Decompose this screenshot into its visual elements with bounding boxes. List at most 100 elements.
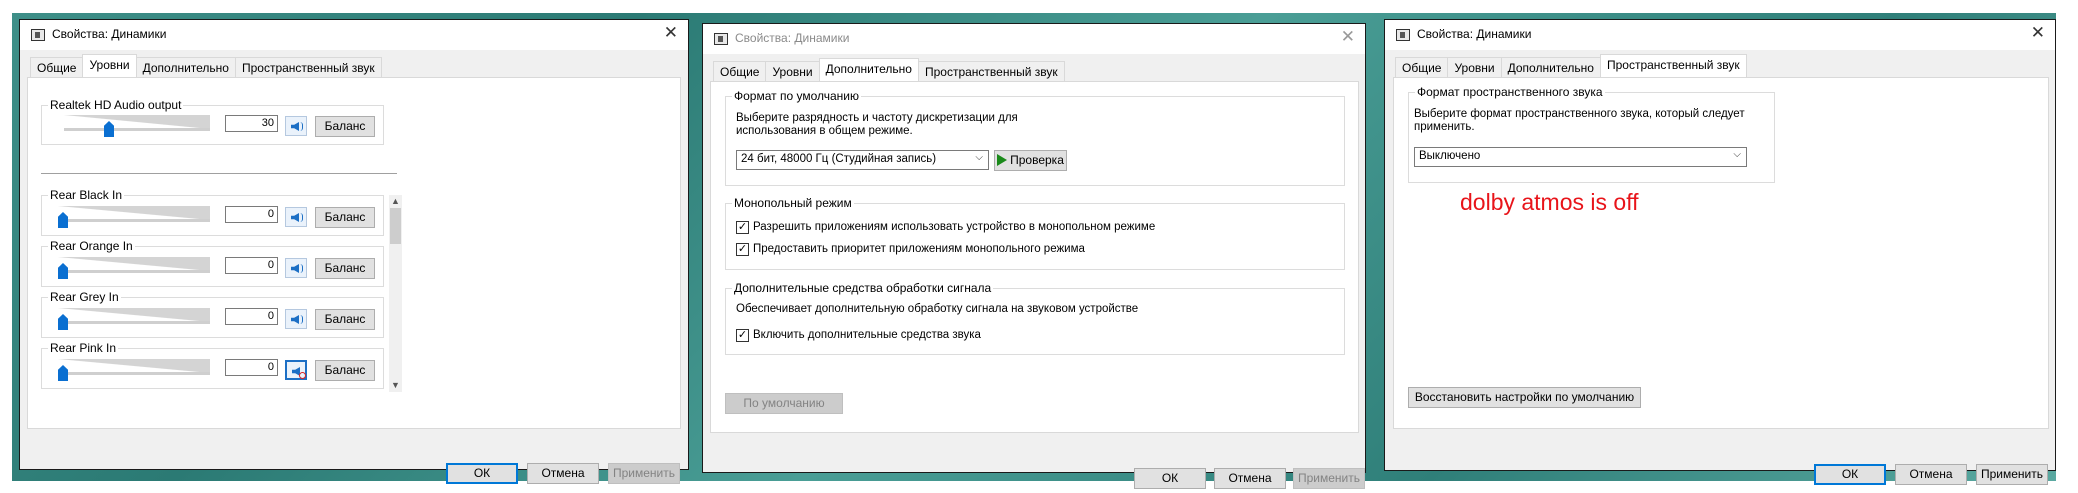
ok-button[interactable]: ОК bbox=[1814, 464, 1886, 485]
input-row: Rear Grey In 0 Баланс bbox=[41, 290, 384, 338]
input-balance-button[interactable]: Баланс bbox=[315, 258, 375, 279]
input-balance-button[interactable]: Баланс bbox=[315, 207, 375, 228]
input-balance-button[interactable]: Баланс bbox=[315, 309, 375, 330]
spatial-format-description: применить. bbox=[1414, 121, 1475, 133]
tab-levels[interactable]: Уровни bbox=[1447, 57, 1502, 77]
scroll-down-icon[interactable]: ▼ bbox=[389, 379, 402, 392]
annotation-text: dolby atmos is off bbox=[1460, 189, 1639, 215]
window-title: Свойства: Динамики bbox=[735, 31, 850, 45]
tab-levels[interactable]: Уровни bbox=[765, 61, 820, 81]
input-mute-button[interactable] bbox=[285, 258, 307, 278]
input-value-field[interactable]: 0 bbox=[225, 359, 278, 376]
tab-advanced[interactable]: Дополнительно bbox=[135, 57, 236, 77]
tab-strip: Общие Уровни Дополнительно Пространствен… bbox=[30, 54, 382, 77]
input-slider-track[interactable] bbox=[58, 206, 210, 220]
input-mute-button[interactable] bbox=[285, 207, 307, 227]
titlebar[interactable]: Свойства: Динамики ✕ bbox=[1385, 20, 2055, 50]
window-spatial-sound: Свойства: Динамики ✕ Общие Уровни Дополн… bbox=[1384, 19, 2056, 485]
tab-general[interactable]: Общие bbox=[713, 61, 767, 81]
tab-spatial-sound[interactable]: Пространственный звук bbox=[917, 61, 1065, 81]
close-icon[interactable]: ✕ bbox=[664, 24, 678, 42]
input-mute-button[interactable] bbox=[285, 309, 307, 329]
exclusive-priority-label[interactable]: Предоставить приоритет приложениям моноп… bbox=[753, 243, 1085, 255]
input-mute-button[interactable] bbox=[285, 360, 307, 380]
window-app-icon bbox=[714, 33, 728, 45]
input-value-field[interactable]: 0 bbox=[225, 308, 278, 325]
cancel-button[interactable]: Отмена bbox=[527, 463, 599, 484]
mute-toggle-button[interactable] bbox=[285, 116, 307, 136]
ok-button[interactable]: ОК bbox=[446, 463, 518, 484]
tab-levels[interactable]: Уровни bbox=[82, 54, 137, 77]
sample-rate-value: 24 бит, 48000 Гц (Студийная запись) bbox=[741, 153, 937, 165]
balance-button[interactable]: Баланс bbox=[315, 116, 375, 137]
apply-button[interactable]: Применить bbox=[1976, 464, 2048, 485]
speaker-icon bbox=[291, 122, 299, 131]
cancel-button[interactable]: Отмена bbox=[1895, 464, 1967, 485]
enhancements-description: Обеспечивает дополнительную обработку си… bbox=[736, 303, 1139, 315]
play-icon bbox=[997, 154, 1008, 166]
tab-spatial-sound[interactable]: Пространственный звук bbox=[1599, 54, 1747, 77]
input-slider-line bbox=[58, 321, 210, 324]
ok-button[interactable]: ОК bbox=[1134, 468, 1206, 489]
input-label: Rear Grey In bbox=[48, 290, 121, 304]
default-format-description: Выберите разрядность и частоту дискретиз… bbox=[736, 112, 1018, 124]
input-slider-line bbox=[58, 219, 210, 222]
restore-defaults-button[interactable]: Восстановить настройки по умолчанию bbox=[1408, 387, 1641, 408]
window-title: Свойства: Динамики bbox=[1417, 27, 1532, 41]
titlebar[interactable]: Свойства: Динамики ✕ bbox=[20, 20, 688, 50]
input-value-field[interactable]: 0 bbox=[225, 257, 278, 274]
enhancements-label[interactable]: Включить дополнительные средства звука bbox=[753, 329, 981, 341]
scrollbar-thumb[interactable] bbox=[390, 208, 401, 244]
tab-general[interactable]: Общие bbox=[1395, 57, 1449, 77]
volume-value-field[interactable]: 30 bbox=[225, 115, 278, 132]
apply-button[interactable]: Применить bbox=[608, 463, 680, 484]
tab-advanced[interactable]: Дополнительно bbox=[1500, 57, 1601, 77]
input-slider-track[interactable] bbox=[58, 257, 210, 271]
dropdown-arrow-icon: ⌵ bbox=[1733, 149, 1741, 160]
window-body: Общие Уровни Дополнительно Пространствен… bbox=[703, 54, 1365, 489]
exclusive-allow-label[interactable]: Разрешить приложениям использовать устро… bbox=[753, 221, 1155, 233]
window-body: Общие Уровни Дополнительно Пространствен… bbox=[20, 50, 688, 484]
cancel-button[interactable]: Отмена bbox=[1214, 468, 1286, 489]
restore-default-button[interactable]: По умолчанию bbox=[725, 393, 843, 414]
exclusive-mode-title: Монопольный режим bbox=[732, 196, 854, 210]
speaker-icon bbox=[291, 315, 299, 324]
tab-general[interactable]: Общие bbox=[30, 57, 84, 77]
spatial-format-description: Выберите формат пространственного звука,… bbox=[1414, 108, 1745, 120]
enhancements-title: Дополнительные средства обработки сигнал… bbox=[732, 281, 994, 295]
close-icon[interactable]: ✕ bbox=[2031, 24, 2045, 42]
input-list: Rear Black In 0 Баланс Rear Orange In 0 bbox=[41, 188, 384, 405]
speaker-icon bbox=[291, 213, 299, 222]
input-balance-button[interactable]: Баланс bbox=[315, 360, 375, 381]
close-icon[interactable]: ✕ bbox=[1341, 28, 1355, 46]
window-app-icon bbox=[1396, 29, 1410, 41]
exclusive-priority-checkbox[interactable]: ✓ bbox=[736, 243, 749, 256]
enhancements-checkbox[interactable]: ✓ bbox=[736, 329, 749, 342]
input-label: Rear Orange In bbox=[48, 239, 135, 253]
test-button-label: Проверка bbox=[1010, 153, 1064, 167]
tab-advanced[interactable]: Дополнительно bbox=[818, 58, 919, 81]
tab-strip: Общие Уровни Дополнительно Пространствен… bbox=[713, 58, 1065, 81]
input-row: Rear Pink In 0 Баланс bbox=[41, 341, 384, 389]
sample-rate-dropdown[interactable]: 24 бит, 48000 Гц (Студийная запись) ⌵ bbox=[736, 150, 989, 170]
input-slider-track[interactable] bbox=[58, 359, 210, 373]
desktop: Свойства: Динамики ✕ Общие Уровни Дополн… bbox=[0, 0, 2078, 493]
spatial-format-group: Формат пространственного звука Выберите … bbox=[1408, 85, 1775, 183]
titlebar[interactable]: Свойства: Динамики ✕ bbox=[703, 24, 1365, 54]
input-slider-track[interactable] bbox=[58, 308, 210, 322]
input-list-scrollbar[interactable]: ▲ ▼ bbox=[389, 195, 402, 392]
window-advanced: Свойства: Динамики ✕ Общие Уровни Дополн… bbox=[702, 23, 1366, 489]
default-format-title: Формат по умолчанию bbox=[732, 89, 861, 103]
test-button[interactable]: Проверка bbox=[994, 150, 1067, 171]
window-body: Общие Уровни Дополнительно Пространствен… bbox=[1385, 50, 2055, 485]
scroll-up-icon[interactable]: ▲ bbox=[389, 195, 402, 208]
input-label: Rear Pink In bbox=[48, 341, 119, 355]
apply-button[interactable]: Применить bbox=[1293, 468, 1365, 489]
input-value-field[interactable]: 0 bbox=[225, 206, 278, 223]
speaker-icon bbox=[291, 264, 299, 273]
default-format-group: Формат по умолчанию Выберите разрядность… bbox=[725, 89, 1345, 186]
spatial-format-dropdown[interactable]: Выключено ⌵ bbox=[1414, 147, 1747, 167]
tab-spatial-sound[interactable]: Пространственный звук bbox=[234, 57, 382, 77]
volume-slider-track[interactable] bbox=[64, 115, 210, 129]
exclusive-allow-checkbox[interactable]: ✓ bbox=[736, 221, 749, 234]
